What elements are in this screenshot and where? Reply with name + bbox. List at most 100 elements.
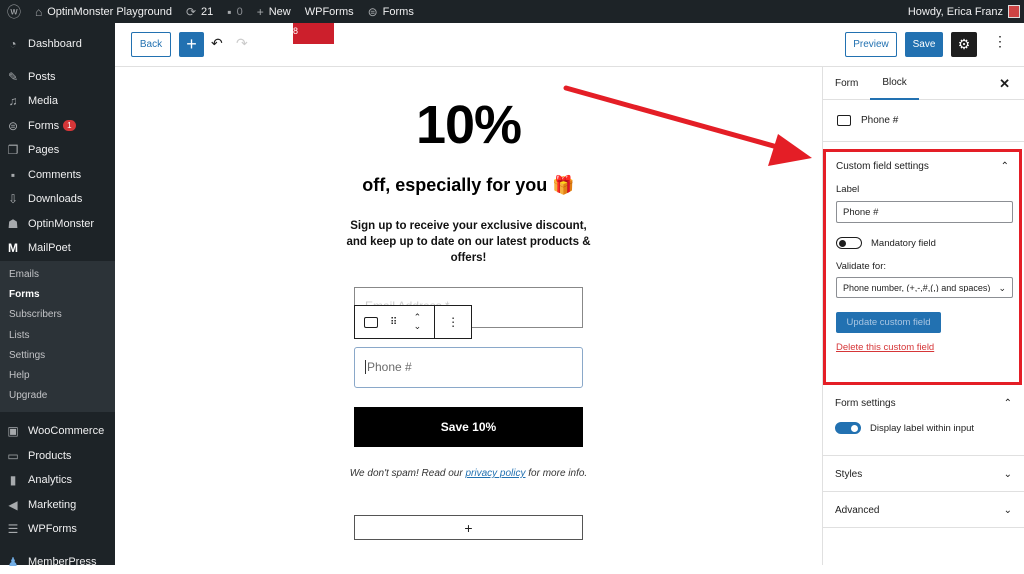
megaphone-icon: ◀	[8, 497, 18, 512]
block-toolbar: ⠿ ⌃ ⌄ ⋮	[354, 305, 472, 339]
submenu-subscribers[interactable]: Subscribers	[0, 305, 115, 325]
sidebar-item-wpforms[interactable]: ☰ WPForms	[0, 517, 115, 542]
chevron-up-icon: ⌃	[1000, 160, 1009, 172]
form-settings-section: Form settings ⌃ Display label within inp…	[823, 385, 1024, 456]
block-options-icon[interactable]: ⋮	[435, 306, 471, 338]
sidebar-item-optinmonster[interactable]: ☗ OptinMonster	[0, 212, 115, 237]
submenu-lists[interactable]: Lists	[0, 325, 115, 345]
sidebar-item-forms[interactable]: ⊜ Forms 1	[0, 114, 115, 139]
sidebar-item-comments[interactable]: ▪ Comments	[0, 163, 115, 188]
custom-field-settings-header[interactable]: Custom field settings ⌃	[836, 158, 1009, 174]
updates-icon: ⟳	[185, 4, 197, 19]
tab-block[interactable]: Block	[870, 67, 919, 100]
submenu-emails[interactable]: Emails	[0, 265, 115, 285]
delete-custom-field-link[interactable]: Delete this custom field	[836, 342, 1009, 353]
text-field-icon	[837, 115, 851, 126]
more-options-icon[interactable]: ⋮	[993, 33, 1007, 50]
new-content-link[interactable]: + New	[250, 0, 298, 23]
tab-form[interactable]: Form	[823, 67, 870, 100]
preview-button[interactable]: Preview	[845, 32, 897, 57]
bar-chart-icon: ▮	[9, 473, 17, 488]
sidebar-item-mailpoet[interactable]: M MailPoet	[0, 236, 115, 261]
advanced-section[interactable]: Advanced ⌄	[823, 492, 1024, 528]
validate-select[interactable]: Phone number, (+,-,#,(,) and spaces) ⌄	[836, 277, 1013, 298]
update-custom-field-button[interactable]: Update custom field	[836, 312, 941, 333]
sidebar-item-pages[interactable]: ❐ Pages	[0, 138, 115, 163]
mandatory-field-row: Mandatory field	[836, 237, 1009, 249]
custom-field-settings-panel: Custom field settings ⌃ Label Phone # Ma…	[823, 149, 1022, 385]
forms-link[interactable]: ⊜ Forms	[361, 0, 421, 23]
drag-handle-icon[interactable]: ⠿	[387, 306, 401, 338]
pin-icon: ✎	[7, 69, 19, 84]
members-icon: ♟	[7, 554, 19, 569]
sidebar-item-downloads[interactable]: ⇩ Downloads	[0, 187, 115, 212]
display-label-toggle[interactable]	[835, 422, 861, 434]
submenu-forms[interactable]: Forms	[0, 285, 115, 305]
download-icon: ⇩	[7, 192, 19, 207]
forms-icon: ⊜	[7, 118, 19, 133]
chevron-down-icon: ⌄	[998, 283, 1006, 293]
add-block-button[interactable]: +	[179, 32, 204, 57]
privacy-policy-link[interactable]: privacy policy	[465, 468, 525, 479]
inline-add-block-button[interactable]: +	[354, 515, 583, 540]
sidebar-item-memberpress[interactable]: ♟ MemberPress	[0, 549, 115, 574]
home-icon: ⌂	[35, 4, 43, 19]
sidebar-item-products[interactable]: ▭ Products	[0, 443, 115, 468]
sidebar-item-analytics[interactable]: ▮ Analytics	[0, 468, 115, 493]
settings-gear-button[interactable]: ⚙	[951, 32, 977, 57]
undo-icon[interactable]: ↶	[211, 35, 223, 52]
submit-button[interactable]: Save 10%	[354, 407, 583, 447]
sidebar-item-dashboard[interactable]: ◔ Dashboard	[0, 32, 115, 57]
wordpress-logo[interactable]: ⓦ	[0, 0, 28, 23]
mandatory-field-toggle[interactable]	[836, 237, 862, 249]
privacy-note: We don't spam! Read our privacy policy f…	[349, 468, 588, 479]
close-icon[interactable]: ✕	[999, 76, 1010, 92]
sidebar-item-media[interactable]: ♫ Media	[0, 89, 115, 114]
dashboard-icon: ◔	[9, 37, 17, 52]
wpforms-icon: ☰	[7, 522, 19, 537]
comment-icon: ▪	[10, 167, 16, 182]
site-name-link[interactable]: ⌂ OptinMonster Playground	[28, 0, 179, 23]
text-field-icon	[363, 316, 378, 328]
sidebar-item-marketing[interactable]: ◀ Marketing	[0, 492, 115, 517]
updates-link[interactable]: ⟳ 21	[179, 0, 220, 23]
validate-caption: Validate for:	[836, 261, 886, 272]
submenu-upgrade[interactable]: Upgrade	[0, 386, 115, 406]
move-up-down-control[interactable]: ⌃ ⌄	[401, 306, 435, 338]
back-button[interactable]: Back	[131, 32, 171, 57]
form-description[interactable]: Sign up to receive your exclusive discou…	[345, 218, 592, 266]
label-caption: Label	[836, 184, 860, 195]
form-headline[interactable]: 10%	[115, 94, 822, 156]
form-canvas: 10% off, especially for you 🎁 Sign up to…	[115, 67, 822, 565]
form-settings-header[interactable]: Form settings ⌃	[835, 398, 1012, 409]
chevron-down-icon[interactable]: ⌄	[414, 322, 422, 331]
submenu-help[interactable]: Help	[0, 365, 115, 385]
optinmonster-icon: ☗	[7, 216, 19, 231]
admin-bar: ⓦ ⌂ OptinMonster Playground ⟳ 21 ▪ 0 + New W…	[0, 0, 1024, 23]
sidebar-item-posts[interactable]: ✎ Posts	[0, 65, 115, 90]
media-icon: ♫	[8, 94, 18, 109]
phone-field[interactable]: Phone #	[354, 347, 583, 388]
wordpress-icon: ⓦ	[7, 3, 21, 20]
settings-sidebar: Form Block ✕ Phone # Custom field settin…	[822, 67, 1024, 565]
label-input[interactable]: Phone #	[836, 201, 1013, 223]
submenu-settings[interactable]: Settings	[0, 345, 115, 365]
wpforms-link[interactable]: WPForms	[298, 0, 361, 23]
mailpoet-submenu: Emails Forms Subscribers Lists Settings …	[0, 260, 115, 412]
admin-sidebar: ◔ Dashboard ✎ Posts ♫ Media ⊜ Forms 1 ❐ Pages …	[0, 23, 115, 569]
block-type-button[interactable]	[355, 306, 387, 338]
sidebar-item-woocommerce[interactable]: ▣ WooCommerce	[0, 419, 115, 444]
gear-icon: ⚙	[957, 36, 971, 52]
comments-link[interactable]: ▪ 0	[220, 0, 249, 23]
chevron-down-icon: ⌄	[1003, 469, 1012, 480]
form-subhead[interactable]: off, especially for you 🎁	[115, 175, 822, 196]
plus-icon: +	[256, 4, 264, 19]
forms-count-badge: 1	[63, 120, 76, 132]
redo-icon[interactable]: ↷	[236, 35, 248, 52]
account-menu[interactable]: Howdy, Erica Franz	[901, 0, 1024, 23]
styles-section[interactable]: Styles ⌄	[823, 456, 1024, 492]
red-overlay-tag: 8	[293, 23, 334, 44]
pages-icon: ❐	[7, 143, 19, 158]
save-button[interactable]: Save	[905, 32, 943, 57]
archive-icon: ▭	[7, 448, 19, 463]
